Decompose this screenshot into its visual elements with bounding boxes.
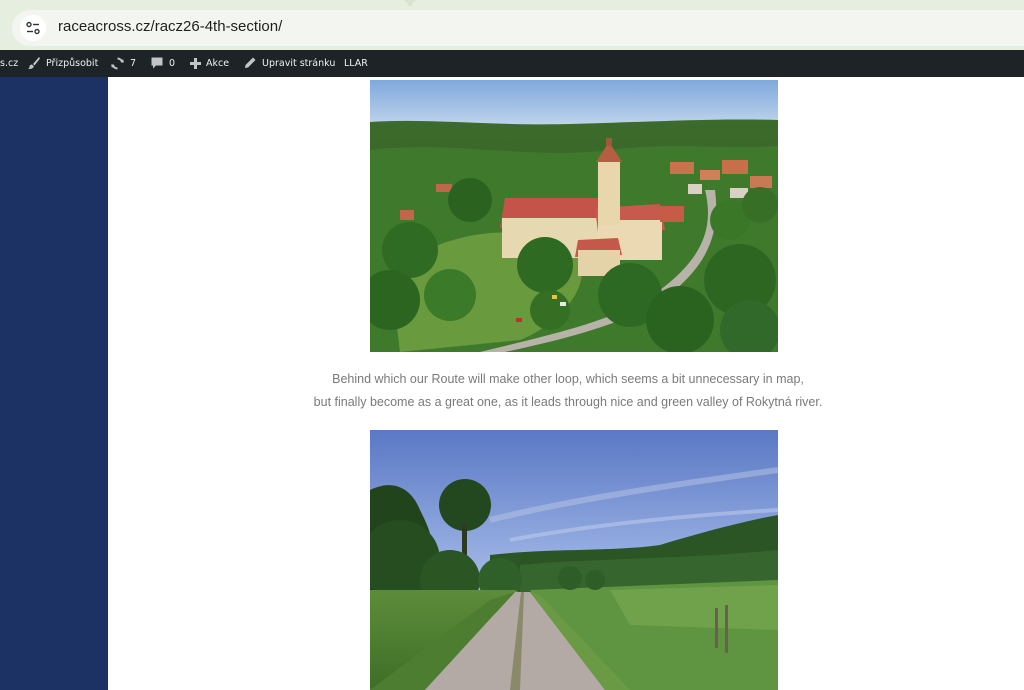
customize-button[interactable]: Přizpůsobit (27, 50, 102, 77)
llar-label: LLAR (344, 58, 368, 69)
updates-count: 7 (130, 58, 137, 69)
article-content: Behind which our Route will make other l… (108, 77, 1024, 690)
site-name-fragment: s.cz (0, 58, 19, 69)
new-content-button[interactable]: Akce (189, 50, 231, 77)
left-sidebar (0, 77, 108, 690)
llar-menu[interactable]: LLAR (344, 50, 370, 77)
valley-road-photo (370, 430, 778, 690)
admin-bar-site-link[interactable]: s.cz (0, 50, 18, 77)
site-info-icon[interactable] (20, 15, 46, 41)
comments-button[interactable]: 0 (150, 50, 178, 77)
plus-icon (190, 58, 201, 69)
wp-admin-bar: s.cz Přizpůsobit 7 0 Akce Upravit stránk… (0, 50, 1024, 77)
chateau-aerial-photo (370, 80, 778, 352)
updates-button[interactable]: 7 (110, 50, 140, 77)
edit-page-button[interactable]: Upravit stránku (243, 50, 335, 77)
comments-count: 0 (169, 58, 176, 69)
url-text[interactable]: raceacross.cz/racz26-4th-section/ (58, 18, 282, 35)
browser-toolbar: raceacross.cz/racz26-4th-section/ (0, 0, 1024, 50)
caption-line-2: but finally become as a great one, as it… (313, 395, 823, 409)
edit-page-label: Upravit stránku (262, 58, 336, 69)
comment-bubble-icon (151, 57, 163, 69)
tab-left[interactable] (0, 0, 408, 6)
tab-strip (0, 0, 1024, 6)
photo-caption: Behind which our Route will make other l… (288, 368, 848, 414)
caption-line-1: Behind which our Route will make other l… (332, 372, 804, 386)
update-arrows-icon (111, 57, 124, 70)
new-content-label: Akce (206, 58, 230, 69)
pencil-icon (245, 57, 256, 68)
customize-label: Přizpůsobit (46, 58, 99, 69)
paintbrush-icon (28, 57, 40, 70)
tab-right[interactable] (412, 0, 1024, 6)
